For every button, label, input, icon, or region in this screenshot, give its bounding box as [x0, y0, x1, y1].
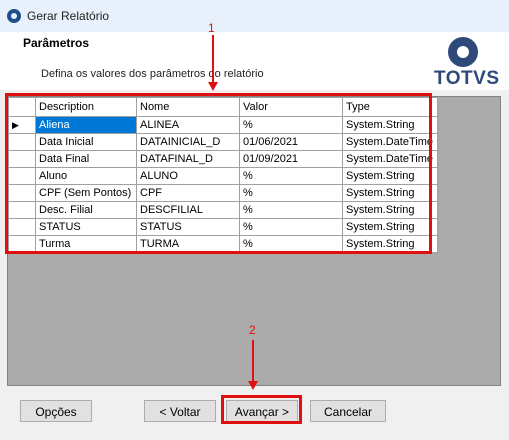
- cell-valor[interactable]: %: [239, 167, 343, 185]
- table-row[interactable]: Aluno ALUNO % System.String: [8, 167, 438, 185]
- cell-description[interactable]: Data Final: [35, 150, 137, 168]
- cell-type[interactable]: System.String: [342, 235, 438, 253]
- cell-valor[interactable]: %: [239, 235, 343, 253]
- cell-type[interactable]: System.String: [342, 201, 438, 219]
- table-row[interactable]: Desc. Filial DESCFILIAL % System.String: [8, 201, 438, 219]
- cell-description[interactable]: CPF (Sem Pontos): [35, 184, 137, 202]
- row-header[interactable]: [8, 218, 36, 236]
- cell-nome[interactable]: TURMA: [136, 235, 240, 253]
- table-row[interactable]: STATUS STATUS % System.String: [8, 218, 438, 236]
- column-header-description[interactable]: Description: [35, 97, 137, 117]
- row-header[interactable]: [8, 133, 36, 151]
- row-header[interactable]: [8, 150, 36, 168]
- cell-nome[interactable]: DATAINICIAL_D: [136, 133, 240, 151]
- table-row[interactable]: Data Inicial DATAINICIAL_D 01/06/2021 Sy…: [8, 133, 438, 151]
- cell-type[interactable]: System.DateTime: [342, 150, 438, 168]
- wizard-header: Parâmetros Defina os valores dos parâmet…: [0, 32, 509, 90]
- cell-description[interactable]: Aluno: [35, 167, 137, 185]
- table-row[interactable]: Turma TURMA % System.String: [8, 235, 438, 253]
- cell-type[interactable]: System.String: [342, 218, 438, 236]
- cell-valor[interactable]: 01/09/2021: [239, 150, 343, 168]
- annotation-marker-1: 1: [208, 21, 215, 35]
- row-header-corner: [8, 97, 36, 117]
- totvs-logo-text: TOTVS: [434, 68, 500, 89]
- table-row[interactable]: ▶ Aliena ALINEA % System.String: [8, 116, 438, 134]
- row-header[interactable]: [8, 184, 36, 202]
- app-icon: [7, 9, 21, 23]
- cell-nome[interactable]: ALINEA: [136, 116, 240, 134]
- page-description: Defina os valores dos parâmetros do rela…: [41, 68, 264, 80]
- cell-description[interactable]: Desc. Filial: [35, 201, 137, 219]
- cell-type[interactable]: System.String: [342, 167, 438, 185]
- column-header-nome[interactable]: Nome: [136, 97, 240, 117]
- window-titlebar: Gerar Relatório: [0, 0, 509, 32]
- cell-valor[interactable]: %: [239, 116, 343, 134]
- cell-description[interactable]: Data Inicial: [35, 133, 137, 151]
- cell-valor[interactable]: 01/06/2021: [239, 133, 343, 151]
- annotation-marker-2: 2: [249, 323, 256, 337]
- cell-nome[interactable]: STATUS: [136, 218, 240, 236]
- cell-valor[interactable]: %: [239, 218, 343, 236]
- current-row-arrow-icon: ▶: [8, 116, 36, 134]
- annotation-arrow-2-head: [248, 381, 258, 390]
- options-button[interactable]: Opções: [20, 400, 92, 422]
- parameters-table: Description Nome Valor Type ▶ Aliena ALI…: [8, 97, 438, 253]
- cell-type[interactable]: System.String: [342, 184, 438, 202]
- parameters-grid[interactable]: Description Nome Valor Type ▶ Aliena ALI…: [7, 96, 501, 386]
- annotation-arrow-2: [252, 340, 254, 382]
- back-button[interactable]: < Voltar: [144, 400, 216, 422]
- cell-description[interactable]: Aliena: [35, 116, 137, 134]
- cell-type[interactable]: System.String: [342, 116, 438, 134]
- table-row[interactable]: CPF (Sem Pontos) CPF % System.String: [8, 184, 438, 202]
- totvs-logo: TOTVS: [434, 37, 499, 89]
- annotation-arrow-1: [212, 35, 214, 83]
- totvs-logo-icon: [448, 37, 478, 67]
- cell-nome[interactable]: ALUNO: [136, 167, 240, 185]
- cell-description[interactable]: Turma: [35, 235, 137, 253]
- window-title: Gerar Relatório: [27, 9, 110, 23]
- table-row[interactable]: Data Final DATAFINAL_D 01/09/2021 System…: [8, 150, 438, 168]
- cell-description[interactable]: STATUS: [35, 218, 137, 236]
- cell-nome[interactable]: DESCFILIAL: [136, 201, 240, 219]
- row-header[interactable]: [8, 201, 36, 219]
- cell-valor[interactable]: %: [239, 201, 343, 219]
- cell-nome[interactable]: DATAFINAL_D: [136, 150, 240, 168]
- cell-nome[interactable]: CPF: [136, 184, 240, 202]
- table-header-row: Description Nome Valor Type: [8, 97, 438, 117]
- cell-type[interactable]: System.DateTime: [342, 133, 438, 151]
- column-header-valor[interactable]: Valor: [239, 97, 343, 117]
- cell-valor[interactable]: %: [239, 184, 343, 202]
- next-button[interactable]: Avançar >: [226, 400, 298, 422]
- page-title: Parâmetros: [23, 36, 90, 50]
- row-header[interactable]: [8, 235, 36, 253]
- column-header-type[interactable]: Type: [342, 97, 438, 117]
- annotation-arrow-1-head: [208, 82, 218, 91]
- cancel-button[interactable]: Cancelar: [310, 400, 386, 422]
- row-header[interactable]: [8, 167, 36, 185]
